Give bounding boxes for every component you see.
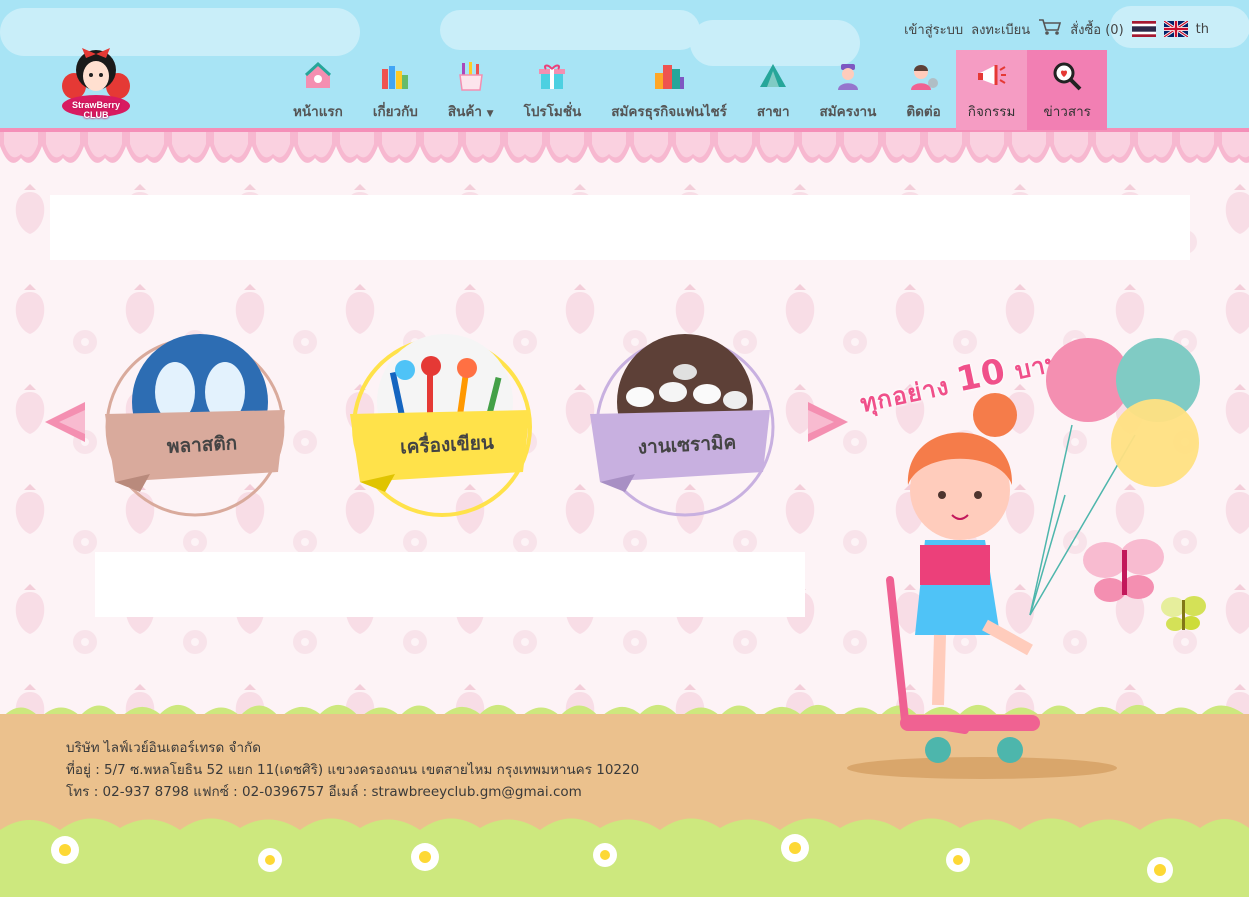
footer-contact: โทร : 02-937 8798 แฟกซ์ : 02-0396757 อีเ…: [66, 784, 582, 800]
contact-person-icon: [908, 60, 940, 92]
register-link[interactable]: ลงทะเบียน: [971, 19, 1030, 40]
nav-activities[interactable]: กิจกรรม: [955, 50, 1028, 130]
scallop-border: [0, 132, 1249, 172]
carousel-next-arrow-icon[interactable]: [808, 402, 848, 442]
nav-products[interactable]: สินค้า ▼: [433, 50, 509, 130]
nav-about[interactable]: เกี่ยวกับ: [358, 50, 433, 130]
books-icon: [379, 60, 411, 92]
nav-franchise[interactable]: สมัครธุรกิจแฟนไชร์: [596, 50, 742, 130]
nav-jobs-label: สมัครงาน: [819, 104, 877, 120]
language-code[interactable]: th: [1196, 22, 1209, 37]
main-nav: หน้าแรก เกี่ยวกับ สินค้า ▼ โปรโมชั่น สมั…: [278, 50, 1107, 130]
nav-franchise-label: สมัครธุรกิจแฟนไชร์: [611, 104, 727, 120]
footer-address: ที่อยู่ : 5/7 ซ.พหลโยธิน 52 แยก 11(เดชศิ…: [66, 762, 640, 778]
nav-activities-label: กิจกรรม: [967, 104, 1016, 120]
top-bar: เข้าสู่ระบบ ลงทะเบียน สั่งซื้อ (0) th: [904, 18, 1209, 40]
content-band-top: [50, 195, 1190, 260]
magnifier-icon: [1051, 60, 1083, 92]
nav-home[interactable]: หน้าแรก: [278, 50, 358, 130]
megaphone-icon: [976, 60, 1008, 92]
caret-down-icon: ▼: [486, 109, 494, 119]
category-ceramic[interactable]: งานเซรามิค: [585, 322, 785, 522]
category-plastic[interactable]: พลาสติก: [100, 322, 300, 522]
nav-about-label: เกี่ยวกับ: [372, 104, 418, 120]
nav-branches-label: สาขา: [756, 104, 790, 120]
nav-jobs[interactable]: สมัครงาน: [805, 50, 892, 130]
site-logo[interactable]: StrawBerry CLUB: [60, 42, 132, 122]
nav-contact[interactable]: ติดต่อ: [891, 50, 955, 130]
logo-text: StrawBerry CLUB: [71, 100, 121, 120]
footer-company: บริษัท ไลฟ์เวย์อินเตอร์เทรด จำกัด: [66, 740, 261, 756]
login-link[interactable]: เข้าสู่ระบบ: [904, 19, 963, 40]
thai-flag-icon[interactable]: [1131, 21, 1156, 37]
cart-icon[interactable]: [1038, 18, 1062, 40]
gift-icon: [536, 60, 568, 92]
content-band-bottom: [95, 552, 805, 617]
tent-icon: [757, 60, 789, 92]
nav-home-label: หน้าแรก: [293, 104, 343, 120]
carousel-prev-arrow-icon[interactable]: [45, 402, 85, 442]
worker-icon: [832, 60, 864, 92]
nav-branches[interactable]: สาขา: [742, 50, 805, 130]
cloud-decoration: [440, 10, 700, 50]
butterfly-small-icon: [1158, 592, 1208, 641]
uk-flag-icon[interactable]: [1162, 19, 1189, 39]
nav-contact-label: ติดต่อ: [906, 104, 941, 120]
nav-promotion[interactable]: โปรโมชั่น: [509, 50, 597, 130]
cloud-decoration: [0, 8, 360, 56]
pencil-cup-icon: [455, 60, 487, 92]
nav-news[interactable]: ข่าวสาร: [1027, 50, 1107, 130]
house-icon: [302, 60, 334, 92]
cart-link[interactable]: สั่งซื้อ (0): [1070, 19, 1123, 40]
nav-promotion-label: โปรโมชั่น: [523, 104, 582, 120]
butterfly-icon: [1080, 535, 1170, 614]
nav-news-label: ข่าวสาร: [1043, 104, 1091, 120]
footer-info: บริษัท ไลฟ์เวย์อินเตอร์เทรด จำกัด ที่อยู…: [66, 737, 639, 803]
category-stationery[interactable]: เครื่องเขียน: [345, 322, 545, 522]
site-header: StrawBerry CLUB เข้าสู่ระบบ ลงทะเบียน สั…: [0, 0, 1249, 132]
buildings-icon: [653, 60, 685, 92]
nav-products-label: สินค้า ▼: [447, 104, 494, 120]
